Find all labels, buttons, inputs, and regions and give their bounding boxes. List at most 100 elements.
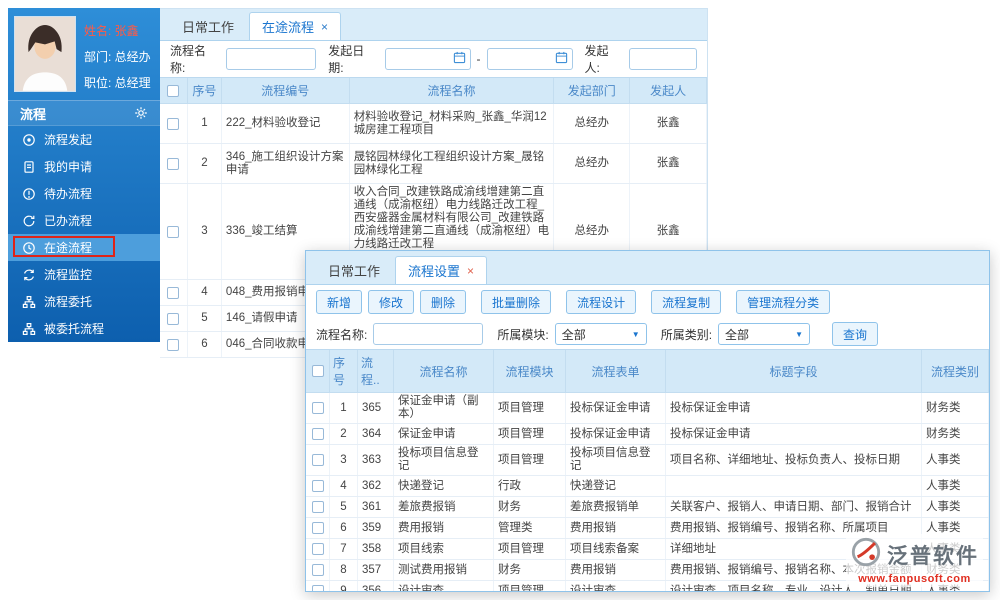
sidebar-item-我的申请[interactable]: 我的申请	[8, 153, 160, 180]
module-select[interactable]: 全部 ▼	[554, 323, 647, 345]
toolbar-button-批量删除[interactable]: 批量删除	[481, 290, 552, 314]
row-checkbox[interactable]	[311, 428, 324, 440]
sidebar-item-流程监控[interactable]: 流程监控	[8, 261, 160, 288]
tab-label: 流程设置	[408, 264, 461, 279]
checkbox-cell	[160, 280, 188, 305]
initiator-input[interactable]	[634, 50, 692, 68]
row-checkbox[interactable]	[311, 402, 324, 414]
table-row[interactable]: 3 363 投标项目信息登记 项目管理 投标项目信息登记 项目名称、详细地址、投标负责人、…	[306, 445, 989, 476]
sidebar-item-在途流程[interactable]: 在途流程	[8, 234, 160, 261]
tab-日常工作[interactable]: 日常工作	[316, 256, 392, 284]
row-checkbox[interactable]	[311, 480, 324, 492]
gear-icon[interactable]	[134, 106, 148, 120]
toolbar-button-新增[interactable]: 新增	[316, 290, 363, 314]
watermark: 泛普软件 www.fanpusoft.com	[846, 534, 983, 587]
row-checkbox[interactable]	[167, 286, 180, 299]
tab-label: 日常工作	[328, 263, 381, 279]
column-header[interactable]: 序号	[188, 78, 222, 103]
watermark-url: www.fanpusoft.com	[858, 573, 971, 585]
checkbox-cell	[160, 78, 188, 103]
toolbar-button-修改[interactable]: 修改	[368, 290, 415, 314]
calendar-icon[interactable]	[453, 51, 466, 67]
calendar-icon[interactable]	[555, 51, 568, 67]
table-cell: 费用报销	[394, 518, 494, 538]
category-label: 所属类别:	[660, 327, 713, 342]
close-icon[interactable]: ×	[467, 265, 474, 277]
row-checkbox[interactable]	[311, 585, 324, 591]
column-header[interactable]: 流程..	[358, 350, 394, 392]
column-header[interactable]: 发起部门	[554, 78, 631, 103]
fanpu-logo-icon	[850, 536, 882, 573]
table-cell: 222_材料验收登记	[222, 104, 350, 143]
table-cell: 张鑫	[630, 104, 708, 143]
row-checkbox[interactable]	[311, 501, 324, 513]
column-header[interactable]: 流程编号	[222, 78, 350, 103]
row-checkbox[interactable]	[167, 312, 180, 325]
column-header[interactable]: 流程名称	[350, 78, 555, 103]
checkbox-cell	[306, 560, 330, 580]
row-checkbox[interactable]	[167, 225, 180, 238]
sidebar-section-title: 流程	[8, 100, 160, 126]
table-row[interactable]: 5 361 差旅费报销 财务 差旅费报销单 关联客户、报销人、申请日期、部门、报销合计 人事…	[306, 497, 989, 518]
start-date-from-input[interactable]	[389, 50, 453, 68]
table-cell: 保证金申请（副本）	[394, 393, 494, 423]
checkbox-cell	[160, 306, 188, 331]
row-checkbox[interactable]	[167, 117, 180, 130]
column-header[interactable]: 流程模块	[494, 350, 566, 392]
watermark-brand: 泛普软件	[887, 544, 979, 568]
checkbox-cell	[160, 332, 188, 357]
start-date-to-input[interactable]	[491, 50, 555, 68]
table-cell: 关联客户、报销人、申请日期、部门、报销合计	[666, 497, 922, 517]
module-select-value: 全部	[561, 327, 586, 342]
row-checkbox[interactable]	[311, 543, 324, 555]
process-name-input[interactable]	[231, 50, 312, 68]
column-header[interactable]: 流程类别	[922, 350, 989, 392]
tab-在途流程[interactable]: 在途流程 ×	[249, 12, 342, 40]
select-all-checkbox[interactable]	[311, 365, 324, 377]
table-cell: 359	[358, 518, 394, 538]
toolbar-button-流程复制[interactable]: 流程复制	[651, 290, 722, 314]
toolbar-button-删除[interactable]: 删除	[420, 290, 467, 314]
table-cell: 1	[188, 104, 222, 143]
table-row[interactable]: 1 365 保证金申请（副本） 项目管理 投标保证金申请 投标保证金申请 财务类	[306, 393, 989, 424]
table-cell: 设计审查	[566, 581, 666, 591]
row-checkbox[interactable]	[311, 522, 324, 534]
sidebar-item-label: 在途流程	[44, 241, 93, 255]
module-label: 所属模块:	[497, 327, 549, 342]
process-settings-window: 日常工作 流程设置 × 新增 修改 删除 批量删除 流程设计 流程复制 管理流程分类 流程名称:…	[305, 250, 990, 592]
row-checkbox[interactable]	[167, 157, 180, 170]
front-process-name-input[interactable]	[378, 325, 479, 343]
table-row[interactable]: 1 222_材料验收登记 材料验收登记_材料采购_张鑫_华润12城房建工程项目 总经办…	[160, 104, 708, 144]
column-header[interactable]: 序号	[330, 350, 358, 392]
sidebar-item-待办流程[interactable]: 待办流程	[8, 180, 160, 207]
sidebar-item-流程发起[interactable]: 流程发起	[8, 126, 160, 153]
checkbox-cell	[306, 445, 330, 475]
sidebar-item-被委托流程[interactable]: 被委托流程	[8, 315, 160, 342]
table-cell: 人事类	[922, 445, 989, 475]
document-icon	[22, 160, 36, 174]
sidebar-item-已办流程[interactable]: 已办流程	[8, 207, 160, 234]
select-all-checkbox[interactable]	[167, 84, 180, 97]
column-header[interactable]: 流程名称	[394, 350, 494, 392]
row-checkbox[interactable]	[167, 338, 180, 351]
close-icon[interactable]: ×	[321, 21, 328, 33]
search-button[interactable]: 查询	[832, 322, 879, 346]
tab-流程设置[interactable]: 流程设置 ×	[395, 256, 488, 284]
table-row[interactable]: 4 362 快递登记 行政 快递登记 人事类	[306, 476, 989, 497]
row-checkbox[interactable]	[311, 454, 324, 466]
row-checkbox[interactable]	[311, 564, 324, 576]
table-cell: 365	[358, 393, 394, 423]
column-header[interactable]: 标题字段	[666, 350, 922, 392]
column-header[interactable]: 流程表单	[566, 350, 666, 392]
tab-日常工作[interactable]: 日常工作	[170, 12, 246, 40]
sidebar-item-流程委托[interactable]: 流程委托	[8, 288, 160, 315]
table-row[interactable]: 2 364 保证金申请 项目管理 投标保证金申请 投标保证金申请 财务类	[306, 424, 989, 445]
column-header[interactable]: 发起人	[630, 78, 707, 103]
toolbar-button-管理流程分类[interactable]: 管理流程分类	[736, 290, 831, 314]
category-select[interactable]: 全部 ▼	[718, 323, 811, 345]
table-row[interactable]: 2 346_施工组织设计方案申请 晟铭园林绿化工程组织设计方案_晟铭园林绿化工程 总经…	[160, 144, 708, 184]
toolbar-button-流程设计[interactable]: 流程设计	[566, 290, 637, 314]
table-cell: 费用报销	[566, 560, 666, 580]
checkbox-cell	[306, 497, 330, 517]
monitor-icon	[22, 268, 36, 282]
